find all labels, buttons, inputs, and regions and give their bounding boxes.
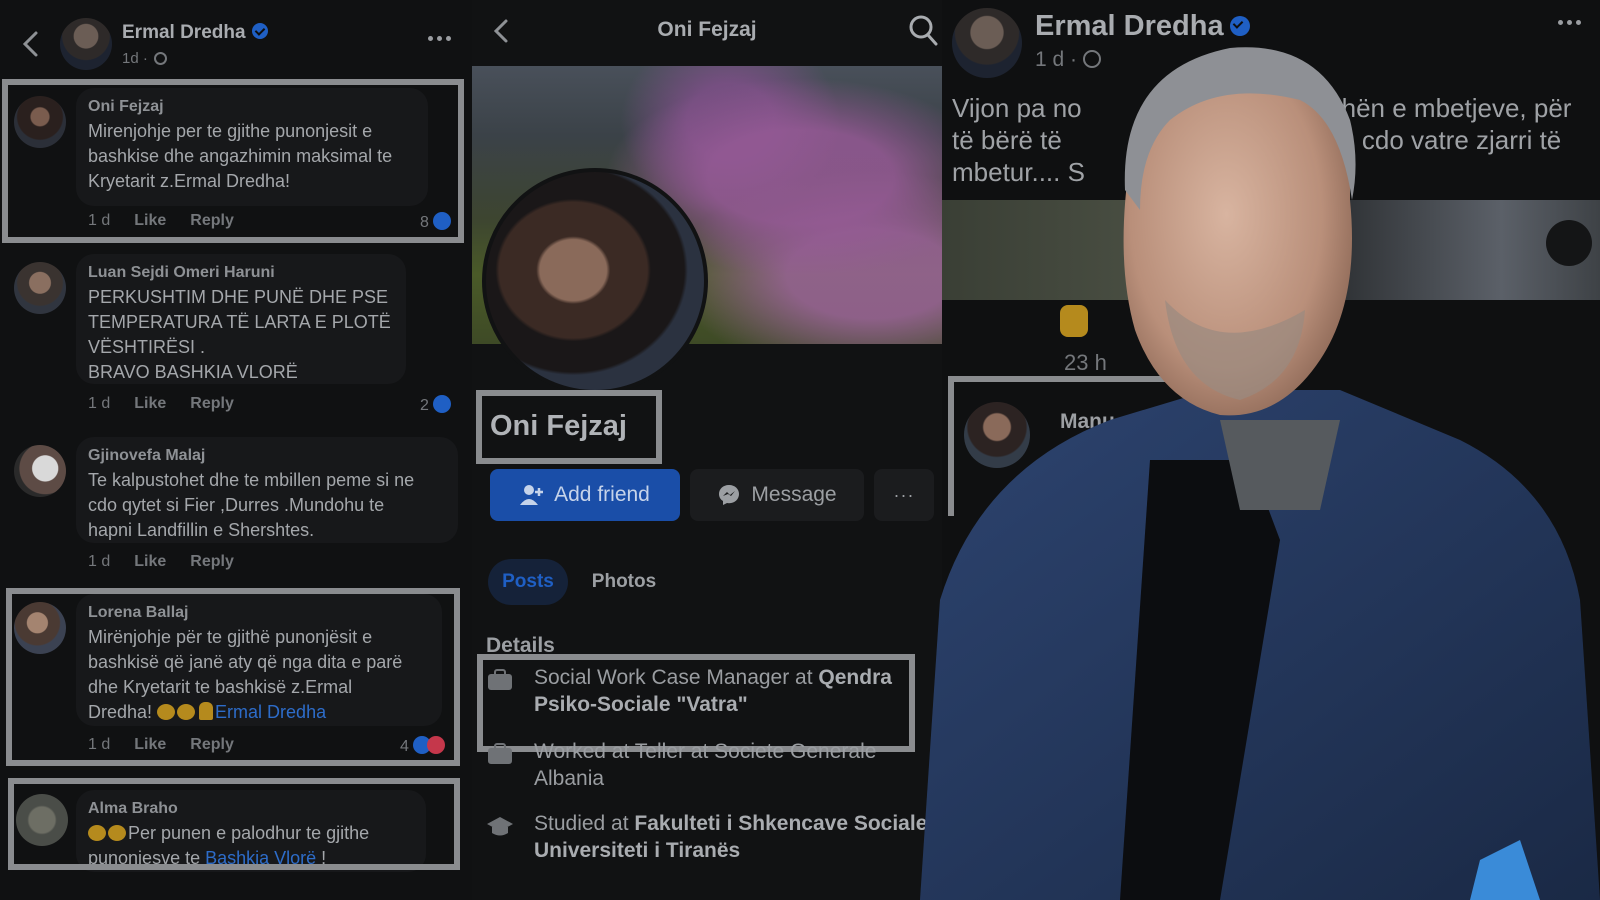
tab-posts[interactable]: Posts bbox=[488, 559, 568, 605]
comment-time: 1 d bbox=[88, 395, 111, 412]
profile-name: Oni Fejzaj bbox=[490, 410, 627, 442]
briefcase-icon bbox=[488, 743, 512, 764]
comment-time: 1 d bbox=[88, 553, 111, 570]
commenter-name[interactable]: Luan Sejdi Omeri Haruni bbox=[88, 264, 394, 282]
comment-text: PERKUSHTIM DHE PUNË DHE PSE TEMPERATURA … bbox=[88, 287, 391, 382]
briefcase-icon bbox=[488, 669, 512, 690]
more-options-icon[interactable] bbox=[428, 36, 462, 50]
detail-work-past: Worked at Teller at Societe Generale Alb… bbox=[486, 738, 936, 792]
profile-picture[interactable] bbox=[482, 168, 708, 394]
comments-panel: Ermal Dredha 1d · Oni Fejzaj Mirenjohje … bbox=[0, 0, 472, 900]
author-avatar[interactable] bbox=[60, 18, 112, 70]
tab-photos[interactable]: Photos bbox=[582, 559, 666, 605]
back-chevron-icon[interactable] bbox=[20, 30, 42, 58]
reply-button[interactable]: Reply bbox=[190, 395, 234, 412]
add-person-icon bbox=[520, 485, 544, 505]
comment-actions: 1 d Like Reply bbox=[88, 395, 258, 413]
comment-bubble: Gjinovefa Malaj Te kalpustohet dhe te mb… bbox=[76, 437, 458, 543]
reaction-count[interactable]: 2 bbox=[420, 395, 451, 415]
message-label: Message bbox=[751, 483, 837, 506]
highlight-box bbox=[8, 778, 460, 870]
comment-text: Te kalpustohet dhe te mbillen peme si ne… bbox=[88, 470, 415, 540]
like-reaction-icon bbox=[432, 395, 451, 413]
comment-bubble: Luan Sejdi Omeri Haruni PERKUSHTIM DHE P… bbox=[76, 254, 406, 384]
graduation-cap-icon bbox=[487, 817, 513, 836]
detail-work-current: Social Work Case Manager at Qendra Psiko… bbox=[486, 664, 936, 718]
verified-badge-icon bbox=[251, 23, 268, 39]
add-friend-button[interactable]: Add friend bbox=[490, 469, 680, 521]
add-friend-label: Add friend bbox=[554, 483, 650, 506]
post-author-name[interactable]: Ermal Dredha bbox=[1035, 10, 1250, 43]
globe-icon bbox=[153, 52, 167, 65]
comment-actions: 1 d Like Reply bbox=[88, 553, 258, 571]
highlight-box bbox=[2, 79, 464, 243]
profile-panel: Oni Fejzaj Oni Fejzaj Add friend Message… bbox=[472, 0, 942, 900]
commenter-avatar[interactable] bbox=[14, 262, 66, 314]
page-title: Oni Fejzaj bbox=[657, 18, 757, 41]
messenger-icon bbox=[719, 485, 740, 505]
commenter-avatar[interactable] bbox=[14, 445, 66, 497]
like-button[interactable]: Like bbox=[134, 553, 166, 570]
portrait-photo bbox=[920, 47, 1600, 900]
post-author-name[interactable]: Ermal Dredha bbox=[122, 22, 268, 44]
highlight-box bbox=[6, 588, 460, 766]
detail-education: Studied at Fakulteti i Shkencave Sociale… bbox=[486, 810, 936, 864]
commenter-name[interactable]: Gjinovefa Malaj bbox=[88, 447, 446, 465]
like-button[interactable]: Like bbox=[134, 395, 166, 412]
message-button[interactable]: Message bbox=[690, 469, 864, 521]
post-meta: 1d · bbox=[122, 50, 167, 67]
more-options-icon[interactable] bbox=[1558, 20, 1592, 30]
reply-button[interactable]: Reply bbox=[190, 553, 234, 570]
verified-badge-icon bbox=[1229, 16, 1250, 36]
post-header: Ermal Dredha 1d · bbox=[0, 0, 472, 80]
